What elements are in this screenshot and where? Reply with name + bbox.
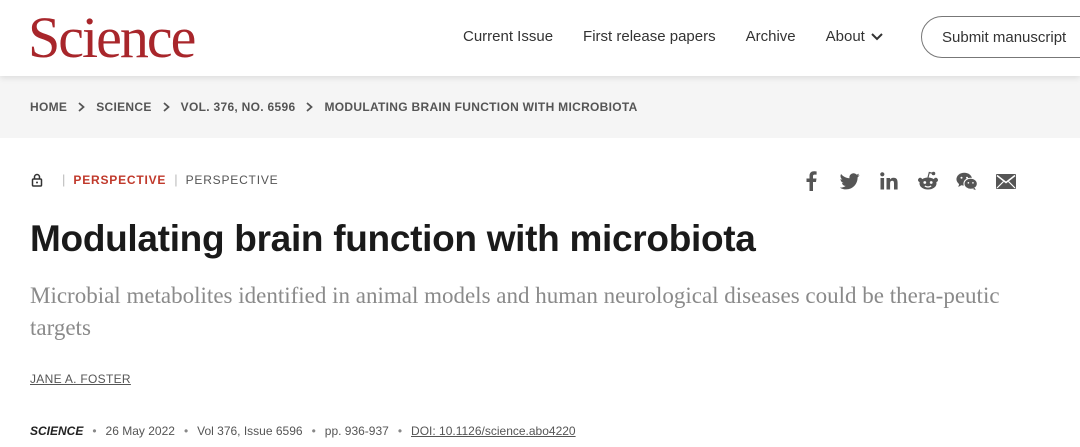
site-header: Science Current Issue First release pape… — [0, 0, 1080, 76]
nav-first-release-papers[interactable]: First release papers — [583, 27, 716, 47]
chevron-right-icon — [163, 102, 170, 112]
share-toolbar — [800, 170, 1034, 192]
nav-about[interactable]: About — [826, 27, 883, 47]
article-type-secondary: PERSPECTIVE — [185, 172, 279, 187]
breadcrumb-science[interactable]: SCIENCE — [96, 100, 151, 114]
author-link[interactable]: JANE A. FOSTER — [30, 372, 131, 386]
facebook-icon[interactable] — [800, 170, 822, 192]
nav-current-issue[interactable]: Current Issue — [463, 27, 553, 47]
breadcrumb-bar: HOME SCIENCE VOL. 376, NO. 6596 MODULATI… — [0, 76, 1080, 138]
breadcrumb-volume[interactable]: VOL. 376, NO. 6596 — [181, 100, 296, 114]
linkedin-icon[interactable] — [878, 170, 900, 192]
article-title: Modulating brain function with microbiot… — [30, 218, 756, 259]
wechat-icon[interactable] — [956, 170, 978, 192]
separator: | — [62, 172, 66, 187]
nav-about-label: About — [825, 28, 865, 45]
chevron-right-icon — [78, 102, 86, 112]
science-logo[interactable]: Science — [28, 5, 196, 71]
bullet-separator: • — [311, 424, 316, 438]
separator: | — [174, 172, 178, 187]
breadcrumb: HOME SCIENCE VOL. 376, NO. 6596 MODULATI… — [30, 100, 638, 114]
email-icon[interactable] — [995, 170, 1017, 192]
volume-issue[interactable]: Vol 376, Issue 6596 — [197, 424, 302, 438]
article-type-row: | PERSPECTIVE | PERSPECTIVE — [30, 172, 278, 187]
chevron-down-icon — [871, 33, 883, 41]
bullet-separator: • — [92, 424, 97, 438]
nav-archive[interactable]: Archive — [746, 27, 796, 47]
bullet-separator: • — [183, 424, 189, 438]
article-type-primary[interactable]: PERSPECTIVE — [73, 173, 166, 187]
breadcrumb-article: MODULATING BRAIN FUNCTION WITH MICROBIOT… — [324, 100, 638, 114]
twitter-icon[interactable] — [839, 170, 861, 192]
citation-row: SCIENCE • 26 May 2022 • Vol 376, Issue 6… — [30, 424, 576, 438]
chevron-right-icon — [306, 102, 314, 112]
doi-link[interactable]: DOI: 10.1126/science.abo4220 — [411, 424, 576, 438]
bullet-separator: • — [397, 424, 403, 438]
publication-date: 26 May 2022 — [105, 424, 175, 438]
main-nav: Current Issue First release papers Archi… — [463, 27, 913, 47]
article-subtitle: Microbial metabolites identified in anim… — [30, 283, 1000, 340]
journal-name[interactable]: SCIENCE — [30, 424, 83, 438]
reddit-icon[interactable] — [917, 170, 939, 192]
lock-icon — [31, 173, 43, 187]
submit-manuscript-button[interactable]: Submit manuscript — [921, 16, 1080, 58]
breadcrumb-home[interactable]: HOME — [30, 100, 67, 114]
page-range: pp. 936-937 — [324, 424, 389, 438]
